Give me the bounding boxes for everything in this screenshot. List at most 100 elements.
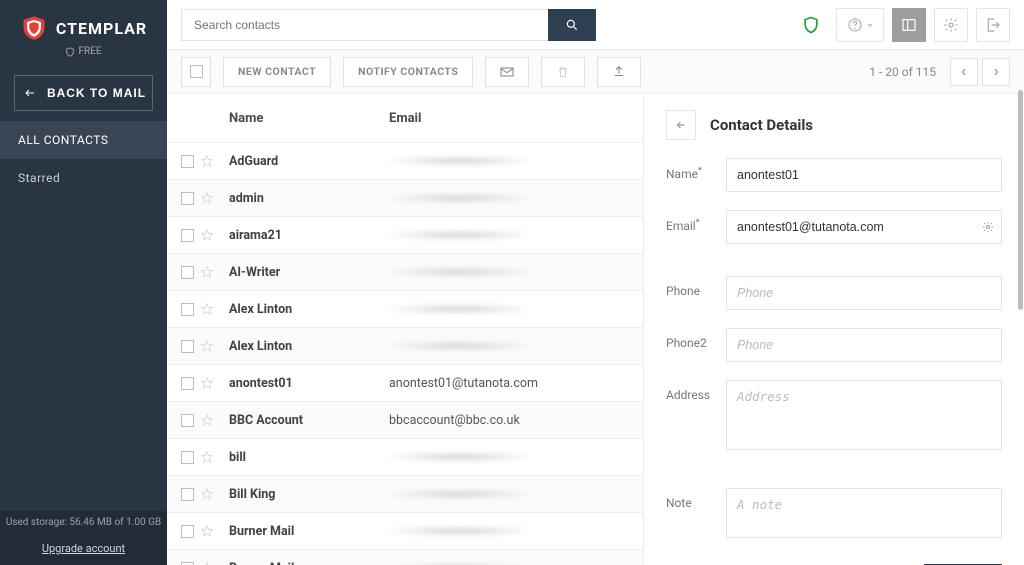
blurred-email [389,230,529,240]
row-checkbox[interactable] [181,266,194,279]
table-row[interactable]: BBC Accountbbcaccount@bbc.co.uk [167,401,643,438]
table-row[interactable]: anontest01anontest01@tutanota.com [167,364,643,401]
row-name: Burner Mail [229,561,389,565]
settings-button[interactable] [934,8,968,42]
input-phone2[interactable] [726,328,1002,362]
input-address[interactable] [726,380,1002,450]
pager-text: 1 - 20 of 115 [869,65,936,79]
table-row[interactable]: bill [167,438,643,475]
pager-prev-button[interactable] [950,58,978,86]
back-to-mail-button[interactable]: BACK TO MAIL [14,75,153,111]
search-input[interactable] [181,9,548,41]
main-area: NEW CONTACT NOTIFY CONTACTS 1 - 20 of 11… [167,0,1024,565]
table-row[interactable]: Burner Mail [167,512,643,549]
content-split: Name Email AdGuardadminairama21AI-Writer… [167,94,1024,565]
input-email[interactable] [726,210,1002,244]
row-checkbox[interactable] [181,303,194,316]
row-checkbox[interactable] [181,562,194,565]
spacer [666,262,1002,276]
input-note[interactable] [726,488,1002,538]
row-select-wrap [181,265,229,279]
plan-text: FREE [78,46,101,57]
row-checkbox[interactable] [181,229,194,242]
table-row[interactable]: Bill King [167,475,643,512]
row-email [389,230,629,240]
upload-contacts-button[interactable] [597,57,641,87]
new-contact-button[interactable]: NEW CONTACT [223,57,331,87]
list-toolbar: NEW CONTACT NOTIFY CONTACTS 1 - 20 of 11… [167,50,1024,94]
notify-contacts-button[interactable]: NOTIFY CONTACTS [343,57,473,87]
row-email [389,267,629,277]
table-row[interactable]: Alex Linton [167,327,643,364]
label-name: Name [666,158,726,181]
mail-contacts-button[interactable] [485,57,529,87]
star-icon[interactable] [200,413,214,427]
input-phone[interactable] [726,276,1002,310]
sidebar: CTEMPLAR FREE BACK TO MAIL ALL CONTACTS … [0,0,167,565]
back-to-mail-label: BACK TO MAIL [47,86,146,100]
delete-contacts-button[interactable] [541,57,585,87]
table-row[interactable]: admin [167,179,643,216]
row-name: anontest01 [229,376,389,391]
star-icon[interactable] [200,561,214,565]
row-checkbox[interactable] [181,192,194,205]
upgrade-account-link[interactable]: Upgrade account [0,534,167,565]
search-wrap [181,9,596,41]
row-name: Alex Linton [229,339,389,354]
sidebar-item-all-contacts[interactable]: ALL CONTACTS [0,121,167,159]
row-select-wrap [181,376,229,390]
table-row[interactable]: airama21 [167,216,643,253]
star-icon[interactable] [200,487,214,501]
row-email [389,489,629,499]
row-checkbox[interactable] [181,155,194,168]
table-row[interactable]: Burner Mail [167,549,643,565]
row-email: anontest01@tutanota.com [389,376,629,391]
row-checkbox[interactable] [181,451,194,464]
row-checkbox[interactable] [181,340,194,353]
table-row[interactable]: AdGuard [167,142,643,179]
star-icon[interactable] [200,154,214,168]
row-email [389,526,629,536]
search-button[interactable] [548,9,596,41]
row-email [389,304,629,314]
row-name: Bill King [229,487,389,502]
save-bar: SAVE [666,556,1002,565]
row-select-wrap [181,191,229,205]
table-row[interactable]: Alex Linton [167,290,643,327]
star-icon[interactable] [200,524,214,538]
scroll-thumb[interactable] [1018,90,1023,310]
row-select-wrap [181,487,229,501]
row-email [389,341,629,351]
pager-next-button[interactable] [982,58,1010,86]
star-icon[interactable] [200,302,214,316]
logout-button[interactable] [976,8,1010,42]
table-row[interactable]: AI-Writer [167,253,643,290]
list-header-email: Email [389,111,629,126]
layout-toggle-button[interactable] [892,8,926,42]
detail-back-button[interactable] [666,110,696,140]
star-icon[interactable] [200,339,214,353]
list-header-name: Name [229,111,389,126]
star-icon[interactable] [200,265,214,279]
row-checkbox[interactable] [181,377,194,390]
star-icon[interactable] [200,376,214,390]
row-checkbox[interactable] [181,525,194,538]
sidebar-item-starred[interactable]: Starred [0,159,167,197]
help-dropdown-button[interactable] [836,8,884,42]
form-row-phone: Phone [666,276,1002,310]
select-all-checkbox[interactable] [190,65,203,78]
row-checkbox[interactable] [181,488,194,501]
plan-row: FREE [10,46,157,57]
star-icon[interactable] [200,228,214,242]
security-shield-button[interactable] [794,8,828,42]
star-icon[interactable] [200,450,214,464]
row-checkbox[interactable] [181,414,194,427]
label-address: Address [666,380,726,402]
list-header: Name Email [167,94,643,142]
input-name[interactable] [726,158,1002,192]
spacer [666,468,1002,488]
email-settings-icon[interactable] [982,221,994,233]
star-icon[interactable] [200,191,214,205]
row-email [389,452,629,462]
blurred-email [389,452,529,462]
